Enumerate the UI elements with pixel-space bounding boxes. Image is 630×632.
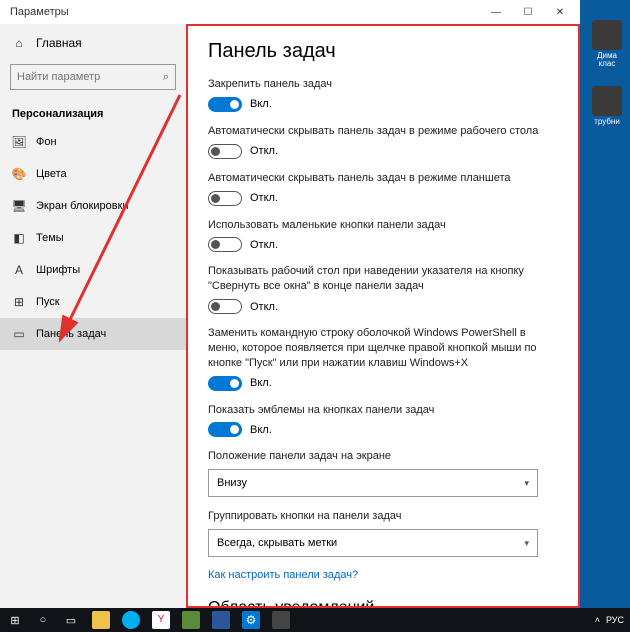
maximize-button[interactable]: ☐ <box>512 0 544 24</box>
nav-icon: 🎨 <box>12 167 26 181</box>
toggle[interactable] <box>208 191 242 206</box>
toggle-state: Откл. <box>250 145 278 157</box>
tb-word[interactable] <box>206 608 236 632</box>
help-link[interactable]: Как настроить панели задач? <box>208 569 558 581</box>
toggle[interactable] <box>208 422 242 437</box>
desktop-icon[interactable]: Дима клас <box>588 20 626 68</box>
nav-label: Фон <box>36 136 57 148</box>
nav-icon: ▭ <box>12 327 26 341</box>
setting-1: Автоматически скрывать панель задач в ре… <box>208 124 558 159</box>
toggle[interactable] <box>208 376 242 391</box>
chevron-down-icon: ▾ <box>524 538 529 549</box>
search-input[interactable] <box>17 71 157 83</box>
sidebar-item-0[interactable]: 🖼 Фон <box>0 126 186 158</box>
nav-icon: ⊞ <box>12 295 26 309</box>
tb-app2[interactable] <box>266 608 296 632</box>
folder-icon <box>592 20 622 50</box>
tray-lang[interactable]: РУС <box>606 615 624 625</box>
folder-icon <box>592 86 622 116</box>
section-label: Персонализация <box>0 98 186 126</box>
sidebar-item-6[interactable]: ▭ Панель задач <box>0 318 186 350</box>
setting-4: Показывать рабочий стол при наведении ук… <box>208 264 558 314</box>
setting-label: Заменить командную строку оболочкой Wind… <box>208 326 558 371</box>
nav-icon: A <box>12 263 26 277</box>
search-icon: ⌕ <box>163 71 169 84</box>
titlebar: Параметры — ☐ ✕ <box>0 0 580 24</box>
toggle-state: Вкл. <box>250 424 272 436</box>
desktop-icons: Дима клас трубни <box>588 20 626 134</box>
setting-5: Заменить командную строку оболочкой Wind… <box>208 326 558 391</box>
toggle[interactable] <box>208 144 242 159</box>
taskbar: ⊞ ○ ▭ Y ⚙ ˄ РУС <box>0 608 630 632</box>
setting-label: Показать эмблемы на кнопках панели задач <box>208 403 558 418</box>
tb-explorer[interactable] <box>86 608 116 632</box>
sidebar-item-1[interactable]: 🎨 Цвета <box>0 158 186 190</box>
tray-chevron-icon[interactable]: ˄ <box>595 615 600 625</box>
setting-label: Использовать маленькие кнопки панели зад… <box>208 218 558 233</box>
minimize-button[interactable]: — <box>480 0 512 24</box>
chevron-down-icon: ▾ <box>524 478 529 489</box>
toggle-state: Откл. <box>250 239 278 251</box>
system-tray[interactable]: ˄ РУС <box>595 615 630 625</box>
sidebar-item-4[interactable]: A Шрифты <box>0 254 186 286</box>
toggle[interactable] <box>208 97 242 112</box>
sidebar-item-3[interactable]: ◧ Темы <box>0 222 186 254</box>
content-panel: Панель задач Закрепить панель задач Вкл. А… <box>186 24 580 608</box>
home-label: Главная <box>36 36 82 50</box>
tb-app[interactable] <box>176 608 206 632</box>
setting-label: Закрепить панель задач <box>208 77 558 92</box>
toggle-state: Вкл. <box>250 377 272 389</box>
nav-icon: 🖼 <box>12 135 26 149</box>
setting-0: Закрепить панель задач Вкл. <box>208 77 558 112</box>
sidebar-item-2[interactable]: 🖥 Экран блокировки <box>0 190 186 222</box>
group-dropdown[interactable]: Всегда, скрывать метки ▾ <box>208 529 538 557</box>
nav-icon: ◧ <box>12 231 26 245</box>
taskbar-search-icon[interactable]: ○ <box>30 608 56 632</box>
toggle-state: Откл. <box>250 301 278 313</box>
toggle-state: Вкл. <box>250 98 272 110</box>
group-value: Всегда, скрывать метки <box>217 537 337 549</box>
setting-label: Автоматически скрывать панель задач в ре… <box>208 124 558 139</box>
tb-settings[interactable]: ⚙ <box>236 608 266 632</box>
tb-skype[interactable] <box>116 608 146 632</box>
setting-label: Автоматически скрывать панель задач в ре… <box>208 171 558 186</box>
home-icon: ⌂ <box>12 36 26 50</box>
page-heading: Панель задач <box>208 40 558 63</box>
setting-3: Использовать маленькие кнопки панели зад… <box>208 218 558 253</box>
setting-2: Автоматически скрывать панель задач в ре… <box>208 171 558 206</box>
group-label: Группировать кнопки на панели задач <box>208 509 558 524</box>
home-nav[interactable]: ⌂ Главная <box>0 30 186 56</box>
nav-label: Пуск <box>36 296 60 308</box>
nav-label: Темы <box>36 232 64 244</box>
nav-label: Шрифты <box>36 264 80 276</box>
close-button[interactable]: ✕ <box>544 0 576 24</box>
sidebar: ⌂ Главная ⌕ Персонализация 🖼 Фон 🎨 Цвета 🖥 Эк… <box>0 24 186 608</box>
app-title: Параметры <box>10 6 69 18</box>
setting-6: Показать эмблемы на кнопках панели задач… <box>208 403 558 438</box>
settings-window: Параметры — ☐ ✕ ⌂ Главная ⌕ Персонализац… <box>0 0 580 608</box>
notification-heading: Область уведомлений <box>208 599 558 608</box>
tb-yandex[interactable]: Y <box>146 608 176 632</box>
setting-label: Показывать рабочий стол при наведении ук… <box>208 264 558 294</box>
position-label: Положение панели задач на экране <box>208 449 558 464</box>
nav-label: Цвета <box>36 168 67 180</box>
task-view-icon[interactable]: ▭ <box>56 608 86 632</box>
toggle[interactable] <box>208 237 242 252</box>
nav-label: Экран блокировки <box>36 200 129 212</box>
nav-label: Панель задач <box>36 328 106 340</box>
desktop-icon[interactable]: трубни <box>588 86 626 134</box>
position-dropdown[interactable]: Внизу ▾ <box>208 469 538 497</box>
search-box[interactable]: ⌕ <box>10 64 176 90</box>
position-value: Внизу <box>217 477 247 489</box>
nav-icon: 🖥 <box>12 199 26 213</box>
sidebar-item-5[interactable]: ⊞ Пуск <box>0 286 186 318</box>
toggle[interactable] <box>208 299 242 314</box>
toggle-state: Откл. <box>250 192 278 204</box>
start-button[interactable]: ⊞ <box>0 608 30 632</box>
